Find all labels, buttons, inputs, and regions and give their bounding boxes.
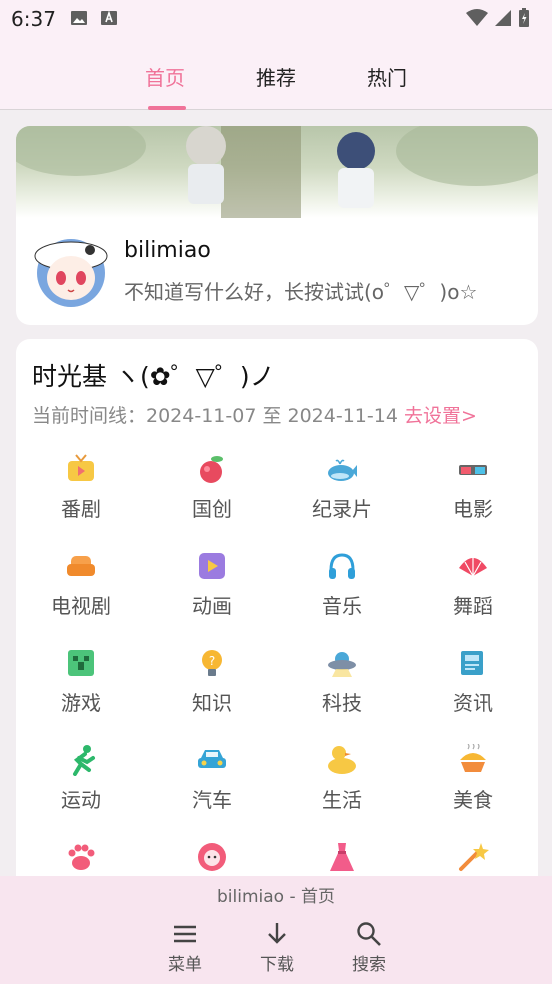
time-machine-card: 时光基 ヽ(✿゜▽゜)ノ 当前时间线：2024-11-07 至 2024-11-… [16,339,538,939]
timeline-text: 当前时间线：2024-11-07 至 2024-11-14 [32,405,398,427]
sofa-icon [67,556,95,576]
dress-icon [330,843,354,871]
whale-icon [328,459,357,481]
category-item[interactable]: 科技 [292,647,392,727]
lightbulb-icon: ? [202,650,222,676]
status-bar: 6:37 [0,0,552,36]
tab-recommend[interactable]: 推荐 [256,62,296,91]
search-button[interactable]: 搜索 [339,920,399,975]
profile-card[interactable]: bilimiao 不知道写什么好，长按试试(o゜▽゜)o☆ [16,126,538,325]
svg-text:?: ? [209,654,215,668]
time-machine-title: 时光基 ヽ(✿゜▽゜)ノ [32,362,275,391]
category-label: 生活 [322,788,362,812]
avatar[interactable] [30,228,112,310]
fan-icon [459,558,487,577]
category-label: 番剧 [61,497,101,521]
signal-icon [495,10,511,26]
car-icon [198,750,226,768]
category-item[interactable]: 电视剧 [31,550,131,630]
profile-banner-image [16,126,538,218]
headphones-icon [329,553,355,579]
category-label: 国创 [192,497,232,521]
category-label: 舞蹈 [453,594,493,618]
bottom-menu-sheet: bilimiao - 首页 菜单 下载 搜索 [0,876,552,984]
profile-signature: 不知道写什么好，长按试试(o゜▽゜)o☆ [124,280,478,304]
category-item[interactable]: 番剧 [31,453,131,533]
newspaper-icon [461,651,483,675]
search-button-label: 搜索 [352,955,386,975]
status-time: 6:37 [11,7,56,31]
category-item[interactable]: 游戏 [31,647,131,727]
paw-icon [68,844,95,870]
set-timeline-link[interactable]: 去设置> [404,405,477,427]
category-label: 美食 [453,788,493,812]
category-label: 电视剧 [51,594,111,618]
runner-icon [73,745,95,776]
profile-name: bilimiao [124,238,211,263]
category-label: 动画 [192,594,232,618]
category-label: 电影 [453,497,493,521]
bottom-sheet-title: bilimiao - 首页 [216,887,335,907]
category-item[interactable]: 电影 [423,453,523,533]
category-item[interactable]: 资讯 [423,647,523,727]
category-label: 知识 [192,691,232,715]
timeline-row: 当前时间线：2024-11-07 至 2024-11-14 去设置> [32,401,477,428]
food-icon [460,744,486,772]
creeper-icon [68,650,94,676]
menu-icon [174,925,196,943]
sheep-icon [198,843,226,871]
category-label: 游戏 [61,691,101,715]
category-item[interactable]: 动画 [162,550,262,630]
category-label: 汽车 [192,788,232,812]
category-item[interactable]: 纪录片 [292,453,392,533]
image-notification-icon [71,11,87,25]
category-item[interactable]: 汽车 [162,744,262,824]
category-item[interactable]: 舞蹈 [423,550,523,630]
text-notification-icon [101,10,117,25]
category-label: 资讯 [453,691,493,715]
peach-icon [200,456,223,483]
category-item[interactable]: 生活 [292,744,392,824]
category-label: 科技 [322,691,362,715]
wifi-icon [466,9,488,26]
menu-button[interactable]: 菜单 [155,920,215,975]
battery-icon [519,8,529,27]
tab-indicator [148,106,186,110]
category-label: 音乐 [322,594,362,618]
download-button-label: 下载 [260,955,294,975]
status-system-icons [466,8,530,28]
category-item[interactable]: ? 知识 [162,647,262,727]
category-item[interactable]: 音乐 [292,550,392,630]
category-item[interactable]: 运动 [31,744,131,824]
tv-icon [68,454,94,481]
category-label: 纪录片 [312,497,372,521]
banner-illustration [16,126,538,218]
ufo-icon [328,652,356,677]
menu-button-label: 菜单 [168,955,202,975]
play-icon [199,553,225,579]
top-tab-bar: 首页 推荐 热门 [0,36,552,110]
status-notification-icons [70,9,118,27]
tab-home[interactable]: 首页 [145,62,185,91]
duck-icon [328,746,356,774]
category-item[interactable]: 美食 [423,744,523,824]
magic-wand-icon [459,843,489,871]
search-icon [357,922,381,946]
tab-popular[interactable]: 热门 [367,62,407,91]
download-button[interactable]: 下载 [247,920,307,975]
download-icon [268,923,286,944]
3d-glasses-icon [459,465,487,475]
category-label: 运动 [61,788,101,812]
category-item[interactable]: 国创 [162,453,262,533]
